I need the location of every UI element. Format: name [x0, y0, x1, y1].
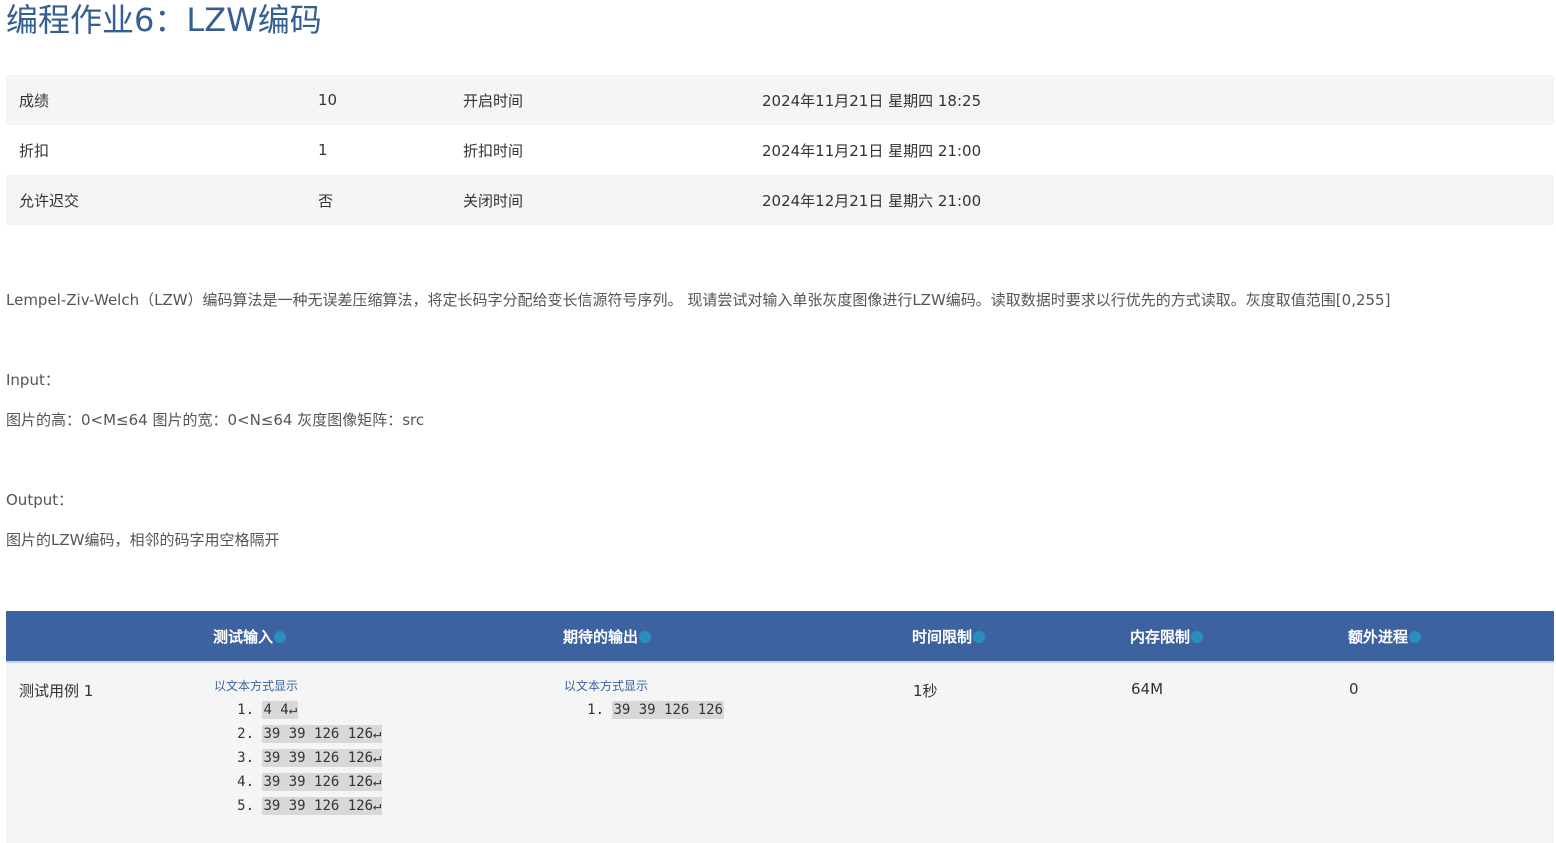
line-number: 4. [237, 774, 254, 790]
info-label: 成绩 [6, 75, 305, 125]
time-limit-value: 1秒 [912, 662, 1130, 843]
info-label: 开启时间 [450, 75, 749, 125]
header-empty [6, 611, 213, 663]
line-number: 1. [587, 702, 604, 718]
info-label: 允许迟交 [6, 175, 305, 225]
code-line: 4. 39 39 126 126↵ [214, 770, 562, 794]
info-value: 10 [305, 75, 450, 125]
test-case-row: 测试用例 1 以文本方式显示 1. 4 4↵ 2. 39 39 126 126↵… [6, 662, 1554, 843]
header-memory-limit: 内存限制 [1130, 611, 1348, 663]
code-text: 39 39 126 126↵ [262, 725, 383, 743]
show-as-text-link[interactable]: 以文本方式显示 [214, 678, 562, 694]
output-text: 图片的LZW编码，相邻的码字用空格隔开 [6, 531, 280, 549]
header-expected-output: 期待的输出 [563, 611, 912, 663]
help-circle-icon[interactable] [1409, 630, 1422, 643]
extra-process-value: 0 [1348, 662, 1554, 843]
memory-limit-value: 64M [1130, 662, 1348, 843]
code-line: 5. 39 39 126 126↵ [214, 794, 562, 818]
info-value: 2024年11月21日 星期四 18:25 [749, 75, 1554, 125]
code-text: 39 39 126 126↵ [262, 797, 383, 815]
code-line: 2. 39 39 126 126↵ [214, 722, 562, 746]
page-title: 编程作业6：LZW编码 [6, 1, 322, 39]
header-test-input: 测试输入 [213, 611, 563, 663]
help-circle-icon[interactable] [274, 630, 287, 643]
info-label: 折扣 [6, 125, 305, 175]
line-number: 2. [237, 726, 254, 742]
expected-output-cell: 以文本方式显示 1. 39 39 126 126 [563, 662, 912, 843]
input-heading: Input： [6, 371, 60, 389]
line-number: 3. [237, 750, 254, 766]
info-row-late: 允许迟交 否 关闭时间 2024年12月21日 星期六 21:00 [6, 175, 1554, 225]
info-value: 2024年12月21日 星期六 21:00 [749, 175, 1554, 225]
test-case-table: 测试输入 期待的输出 时间限制 内存限制 额外进程 测试用例 1 以文本方式显示… [6, 611, 1554, 843]
header-label: 测试输入 [213, 627, 274, 646]
expected-output-code: 1. 39 39 126 126 [564, 698, 911, 722]
code-text: 39 39 126 126 [612, 701, 725, 719]
show-as-text-link[interactable]: 以文本方式显示 [564, 678, 911, 694]
info-row-score: 成绩 10 开启时间 2024年11月21日 星期四 18:25 [6, 75, 1554, 125]
code-line: 1. 4 4↵ [214, 698, 562, 722]
help-circle-icon[interactable] [639, 630, 652, 643]
output-heading: Output： [6, 491, 74, 509]
test-input-cell: 以文本方式显示 1. 4 4↵ 2. 39 39 126 126↵ 3. 39 … [213, 662, 563, 843]
code-text: 39 39 126 126↵ [262, 773, 383, 791]
code-line: 1. 39 39 126 126 [564, 698, 911, 722]
code-text: 39 39 126 126↵ [262, 749, 383, 767]
header-label: 时间限制 [912, 627, 973, 646]
header-label: 内存限制 [1130, 627, 1191, 646]
header-extra-process: 额外进程 [1348, 611, 1554, 663]
test-table-header: 测试输入 期待的输出 时间限制 内存限制 额外进程 [6, 611, 1554, 663]
code-text: 4 4↵ [262, 701, 299, 719]
header-label: 期待的输出 [563, 627, 639, 646]
line-number: 1. [237, 702, 254, 718]
help-circle-icon[interactable] [973, 630, 986, 643]
help-circle-icon[interactable] [1191, 630, 1204, 643]
info-value: 否 [305, 175, 450, 225]
info-label: 折扣时间 [450, 125, 749, 175]
assignment-info-table: 成绩 10 开启时间 2024年11月21日 星期四 18:25 折扣 1 折扣… [6, 75, 1554, 225]
info-label: 关闭时间 [450, 175, 749, 225]
code-line: 3. 39 39 126 126↵ [214, 746, 562, 770]
info-value: 1 [305, 125, 450, 175]
header-label: 额外进程 [1348, 627, 1409, 646]
info-row-discount: 折扣 1 折扣时间 2024年11月21日 星期四 21:00 [6, 125, 1554, 175]
header-time-limit: 时间限制 [912, 611, 1130, 663]
description-intro: Lempel-Ziv-Welch（LZW）编码算法是一种无误差压缩算法，将定长码… [6, 291, 1391, 309]
input-text: 图片的高：0<M≤64 图片的宽：0<N≤64 灰度图像矩阵：src [6, 411, 425, 429]
test-case-name: 测试用例 1 [6, 662, 213, 843]
line-number: 5. [237, 798, 254, 814]
test-input-code: 1. 4 4↵ 2. 39 39 126 126↵ 3. 39 39 126 1… [214, 698, 562, 818]
info-value: 2024年11月21日 星期四 21:00 [749, 125, 1554, 175]
